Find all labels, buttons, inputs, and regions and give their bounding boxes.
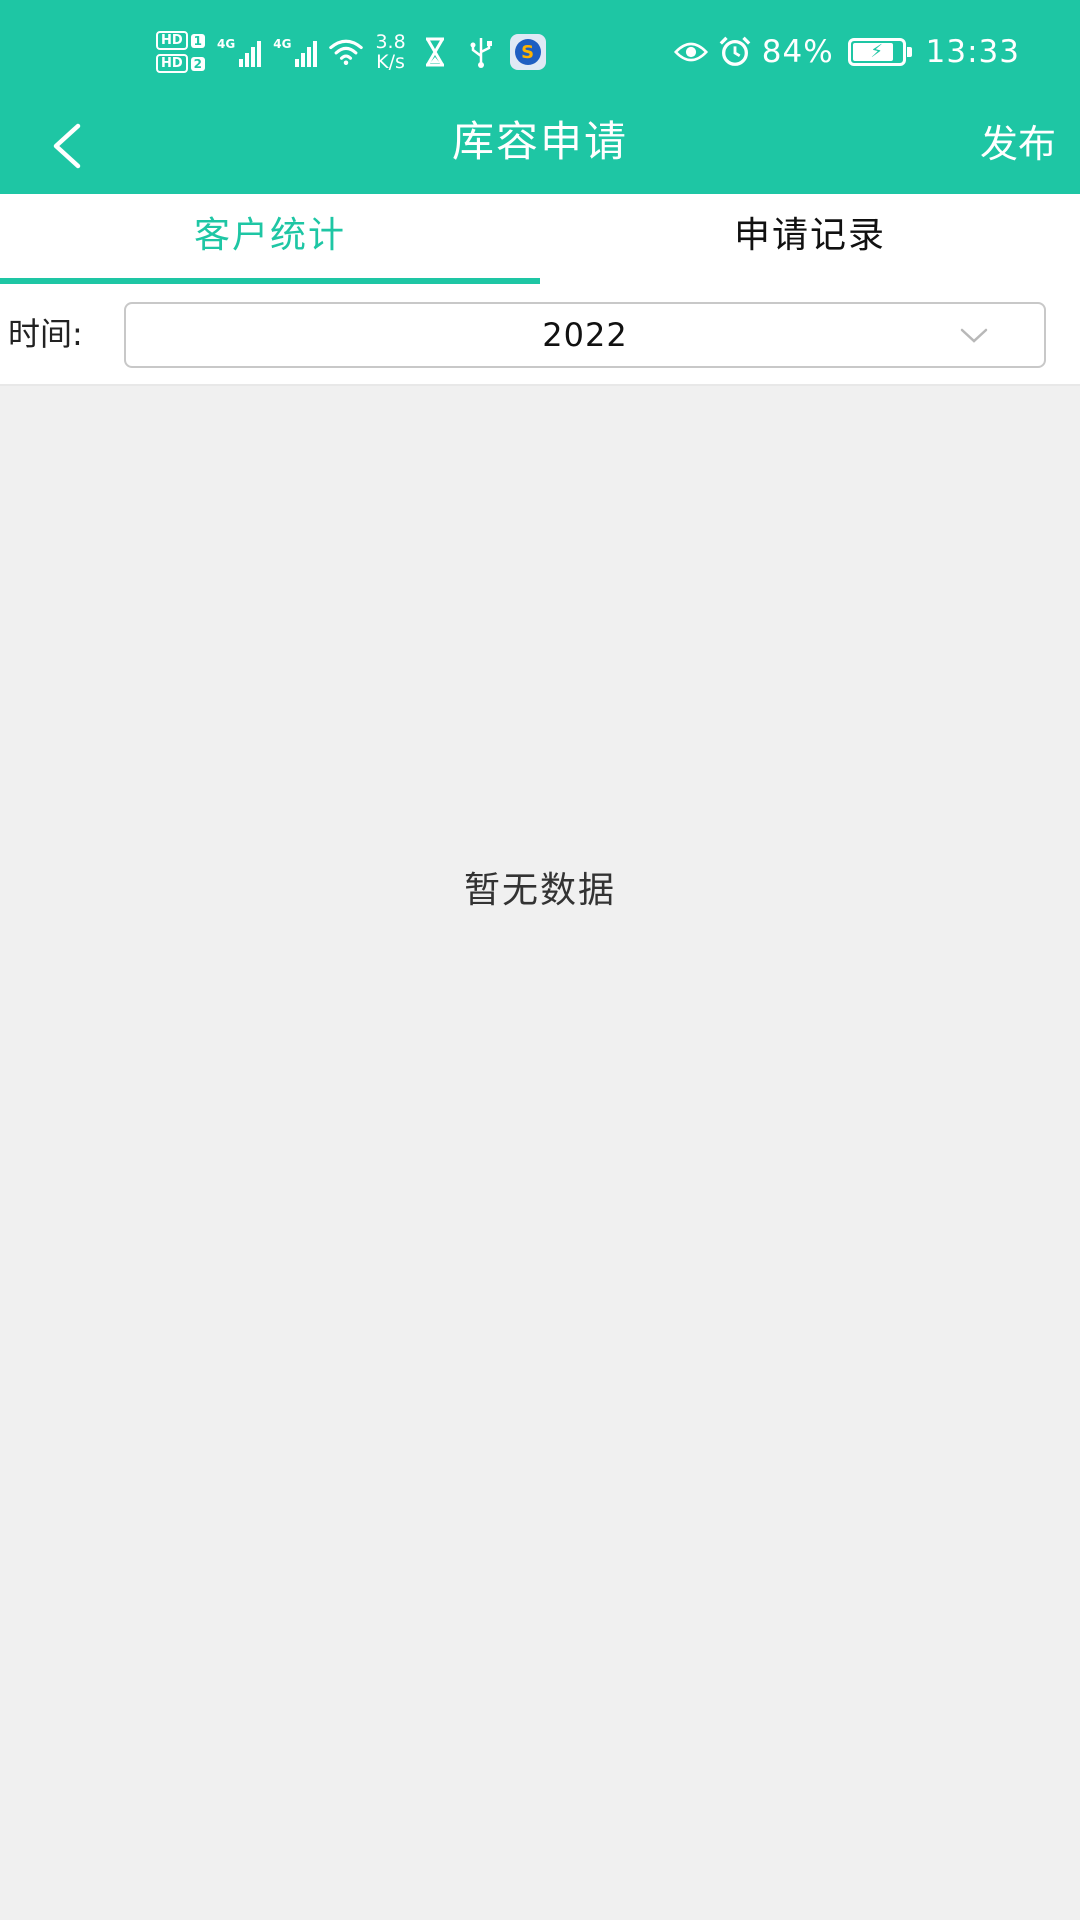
empty-state-text: 暂无数据: [463, 870, 616, 911]
year-select-value: 2022: [542, 316, 628, 354]
hd-icon: HD: [156, 31, 188, 50]
tab-label: 客户统计: [193, 215, 346, 256]
wifi-icon: [329, 35, 364, 69]
network-type-label: 4G: [217, 37, 236, 51]
signal-icon: 4G: [273, 37, 318, 67]
page-title: 库容申请: [451, 117, 628, 166]
publish-button[interactable]: 发布: [980, 116, 1056, 172]
nav-bar: 库容申请 发布: [0, 100, 1080, 194]
app-notification-icon: S: [509, 34, 546, 70]
chevron-down-icon: [960, 328, 988, 343]
divider: [0, 384, 1080, 386]
sim-slot-1: 1: [190, 33, 206, 48]
alarm-icon: [718, 35, 752, 69]
battery-charging-icon: ⚡: [847, 38, 912, 66]
sim1-indicator: HD 1: [156, 31, 206, 50]
sim-slot-2: 2: [190, 56, 206, 71]
speed-unit: K/s: [376, 51, 405, 73]
year-select[interactable]: 2022: [124, 302, 1046, 368]
time-filter-row: 时间: 2022: [0, 284, 1080, 384]
network-speed: 3.8 K/s: [375, 32, 405, 72]
app-header: HD 1 HD 2 4G 4G 3.8 K/s S 84% ⚡ 13:33 库容…: [0, 0, 1080, 194]
status-bar: HD 1 HD 2 4G 4G 3.8 K/s S 84% ⚡ 13:33: [0, 0, 1080, 100]
speed-value: 3.8: [375, 31, 406, 53]
sim2-indicator: HD 2: [156, 54, 206, 73]
status-bar-left: HD 1 HD 2 4G 4G 3.8 K/s S: [156, 24, 546, 80]
battery-percent: 84%: [761, 34, 834, 70]
time-filter-label: 时间:: [8, 315, 83, 353]
signal-icon: 4G: [217, 37, 262, 67]
tab-application-records[interactable]: 申请记录: [540, 194, 1080, 284]
tab-customer-stats[interactable]: 客户统计: [0, 194, 540, 284]
tab-label: 申请记录: [733, 215, 886, 256]
eye-icon: [673, 35, 708, 69]
hd-icon: HD: [156, 54, 188, 73]
usb-icon: [464, 35, 498, 69]
sim-indicators: HD 1 HD 2: [156, 31, 206, 73]
status-bar-right: 84% ⚡ 13:33: [673, 30, 1020, 74]
network-type-label: 4G: [273, 37, 292, 51]
tab-bar: 客户统计 申请记录: [0, 194, 1080, 284]
status-clock: 13:33: [925, 34, 1020, 70]
hourglass-icon: [418, 35, 452, 69]
